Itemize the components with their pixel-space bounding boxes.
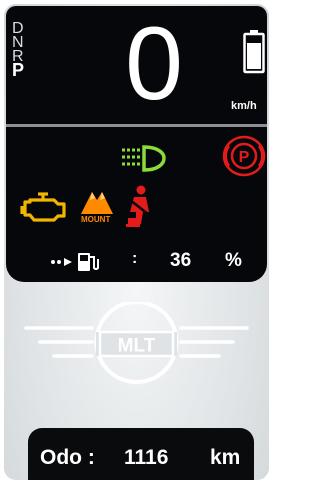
- brand-logo: MLT: [24, 302, 249, 384]
- fuel-pump-icon: [51, 253, 99, 271]
- odometer-value: 1116: [124, 446, 169, 469]
- logo-text: MLT: [118, 336, 156, 357]
- battery-icon: [243, 30, 265, 74]
- svg-text:P: P: [239, 149, 250, 166]
- dashboard-display: D N R P 0 km/h P MOUNT: 36 % MLT Odo: …: [4, 4, 269, 480]
- speed-readout: 0: [125, 6, 183, 122]
- divider-line: [6, 124, 267, 127]
- odometer-label: Odo :: [40, 446, 95, 469]
- mount-mode-icon: [81, 192, 113, 214]
- odometer-unit: km: [210, 446, 241, 469]
- fuel-level-unit: %: [225, 250, 242, 271]
- gear-indicator: D N R P: [12, 21, 25, 80]
- fuel-separator: :: [132, 250, 138, 267]
- parking-brake-icon: P: [222, 135, 266, 177]
- mount-mode-label: MOUNT: [81, 215, 111, 224]
- fuel-level-value: 36: [170, 250, 192, 271]
- seatbelt-icon: [126, 185, 149, 227]
- headlight-icon: [122, 145, 166, 172]
- speed-unit: km/h: [231, 100, 257, 112]
- instrument-screen: D N R P 0 km/h P MOUNT: 36 %: [6, 6, 267, 282]
- gear-p-active: P: [12, 60, 25, 80]
- engine-warning-icon: [20, 192, 66, 222]
- odometer-panel: Odo : 1116 km: [28, 428, 254, 480]
